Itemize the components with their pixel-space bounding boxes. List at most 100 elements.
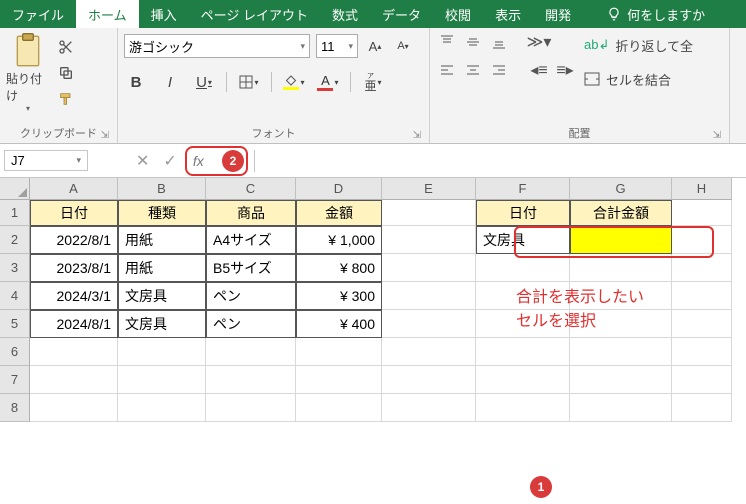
cell-E3[interactable] xyxy=(382,254,476,282)
cell-E2[interactable] xyxy=(382,226,476,254)
increase-indent-button[interactable]: ≡▸ xyxy=(554,60,576,80)
cell-F8[interactable] xyxy=(476,394,570,422)
cell-D3[interactable]: ¥ 800 xyxy=(296,254,382,282)
fill-color-button[interactable] xyxy=(282,70,306,94)
tab-view[interactable]: 表示 xyxy=(483,0,533,28)
cell-H5[interactable] xyxy=(672,310,732,338)
cell-F6[interactable] xyxy=(476,338,570,366)
cell-F1[interactable]: 日付 xyxy=(476,200,570,226)
cell-H3[interactable] xyxy=(672,254,732,282)
cell-B5[interactable]: 文房具 xyxy=(118,310,206,338)
row-header-1[interactable]: 1 xyxy=(0,200,30,226)
cell-E1[interactable] xyxy=(382,200,476,226)
tab-home[interactable]: ホーム xyxy=(76,0,139,28)
paste-button[interactable]: 貼り付け ▾ xyxy=(6,32,50,113)
cell-D2[interactable]: ¥ 1,000 xyxy=(296,226,382,254)
tab-file[interactable]: ファイル xyxy=(0,0,76,28)
cancel-formula-button[interactable]: ✕ xyxy=(136,151,149,171)
cell-B6[interactable] xyxy=(118,338,206,366)
cell-A8[interactable] xyxy=(30,394,118,422)
cell-F2[interactable]: 文房具 xyxy=(476,226,570,254)
cell-A4[interactable]: 2024/3/1 xyxy=(30,282,118,310)
select-all-corner[interactable] xyxy=(0,178,30,200)
col-header-A[interactable]: A xyxy=(30,178,118,200)
decrease-indent-button[interactable]: ◂≡ xyxy=(528,60,550,80)
cell-C8[interactable] xyxy=(206,394,296,422)
col-header-F[interactable]: F xyxy=(476,178,570,200)
tab-insert[interactable]: 挿入 xyxy=(139,0,189,28)
italic-button[interactable]: I xyxy=(158,70,182,94)
col-header-B[interactable]: B xyxy=(118,178,206,200)
cell-A2[interactable]: 2022/8/1 xyxy=(30,226,118,254)
cell-B1[interactable]: 種類 xyxy=(118,200,206,226)
row-header-4[interactable]: 4 xyxy=(0,282,30,310)
cell-C1[interactable]: 商品 xyxy=(206,200,296,226)
row-header-3[interactable]: 3 xyxy=(0,254,30,282)
orientation-button[interactable]: ≫▾ xyxy=(528,32,550,52)
underline-button[interactable]: U xyxy=(192,70,216,94)
row-header-8[interactable]: 8 xyxy=(0,394,30,422)
decrease-font-button[interactable]: A▾ xyxy=(392,35,414,57)
col-header-C[interactable]: C xyxy=(206,178,296,200)
cell-F7[interactable] xyxy=(476,366,570,394)
cell-H8[interactable] xyxy=(672,394,732,422)
cell-E5[interactable] xyxy=(382,310,476,338)
cell-B2[interactable]: 用紙 xyxy=(118,226,206,254)
bold-button[interactable]: B xyxy=(124,70,148,94)
cell-A1[interactable]: 日付 xyxy=(30,200,118,226)
tab-developer[interactable]: 開発 xyxy=(533,0,583,28)
cell-C2[interactable]: A4サイズ xyxy=(206,226,296,254)
cell-A5[interactable]: 2024/8/1 xyxy=(30,310,118,338)
cell-C6[interactable] xyxy=(206,338,296,366)
font-color-button[interactable]: A xyxy=(316,70,340,94)
tell-me[interactable]: 何をしますか xyxy=(595,0,717,28)
col-header-H[interactable]: H xyxy=(672,178,732,200)
cell-H2[interactable] xyxy=(672,226,732,254)
cell-G1[interactable]: 合計金額 xyxy=(570,200,672,226)
cell-D8[interactable] xyxy=(296,394,382,422)
col-header-G[interactable]: G xyxy=(570,178,672,200)
cell-H1[interactable] xyxy=(672,200,732,226)
align-right-button[interactable] xyxy=(488,60,510,80)
cell-A6[interactable] xyxy=(30,338,118,366)
cell-D1[interactable]: 金額 xyxy=(296,200,382,226)
tab-page-layout[interactable]: ページ レイアウト xyxy=(189,0,320,28)
align-bottom-button[interactable] xyxy=(488,32,510,52)
cell-E8[interactable] xyxy=(382,394,476,422)
cell-H7[interactable] xyxy=(672,366,732,394)
format-painter-button[interactable] xyxy=(54,88,78,110)
cell-D7[interactable] xyxy=(296,366,382,394)
name-box[interactable]: J7▾ xyxy=(4,150,88,171)
cell-B3[interactable]: 用紙 xyxy=(118,254,206,282)
copy-button[interactable] xyxy=(54,62,78,84)
borders-button[interactable] xyxy=(237,70,261,94)
align-center-button[interactable] xyxy=(462,60,484,80)
tab-review[interactable]: 校閲 xyxy=(433,0,483,28)
row-header-5[interactable]: 5 xyxy=(0,310,30,338)
font-name-combo[interactable]: 游ゴシック▾ xyxy=(124,34,310,58)
cell-B4[interactable]: 文房具 xyxy=(118,282,206,310)
align-left-button[interactable] xyxy=(436,60,458,80)
cell-G6[interactable] xyxy=(570,338,672,366)
alignment-launcher[interactable]: ⇲ xyxy=(713,130,721,141)
phonetic-button[interactable]: ア亜 xyxy=(361,70,385,94)
cell-B7[interactable] xyxy=(118,366,206,394)
cell-H6[interactable] xyxy=(672,338,732,366)
cell-A3[interactable]: 2023/8/1 xyxy=(30,254,118,282)
cell-F3[interactable] xyxy=(476,254,570,282)
insert-function-button[interactable]: fx xyxy=(193,153,204,169)
tab-data[interactable]: データ xyxy=(370,0,433,28)
cell-C4[interactable]: ペン xyxy=(206,282,296,310)
cell-D6[interactable] xyxy=(296,338,382,366)
enter-formula-button[interactable]: ✓ xyxy=(163,151,176,171)
cell-A7[interactable] xyxy=(30,366,118,394)
merge-cells-button[interactable]: セルを結合 xyxy=(584,66,693,92)
cell-E4[interactable] xyxy=(382,282,476,310)
align-top-button[interactable] xyxy=(436,32,458,52)
cut-button[interactable] xyxy=(54,36,78,58)
increase-font-button[interactable]: A▴ xyxy=(364,35,386,57)
cell-C7[interactable] xyxy=(206,366,296,394)
formula-bar-ext[interactable] xyxy=(254,150,746,172)
cell-G7[interactable] xyxy=(570,366,672,394)
col-header-D[interactable]: D xyxy=(296,178,382,200)
